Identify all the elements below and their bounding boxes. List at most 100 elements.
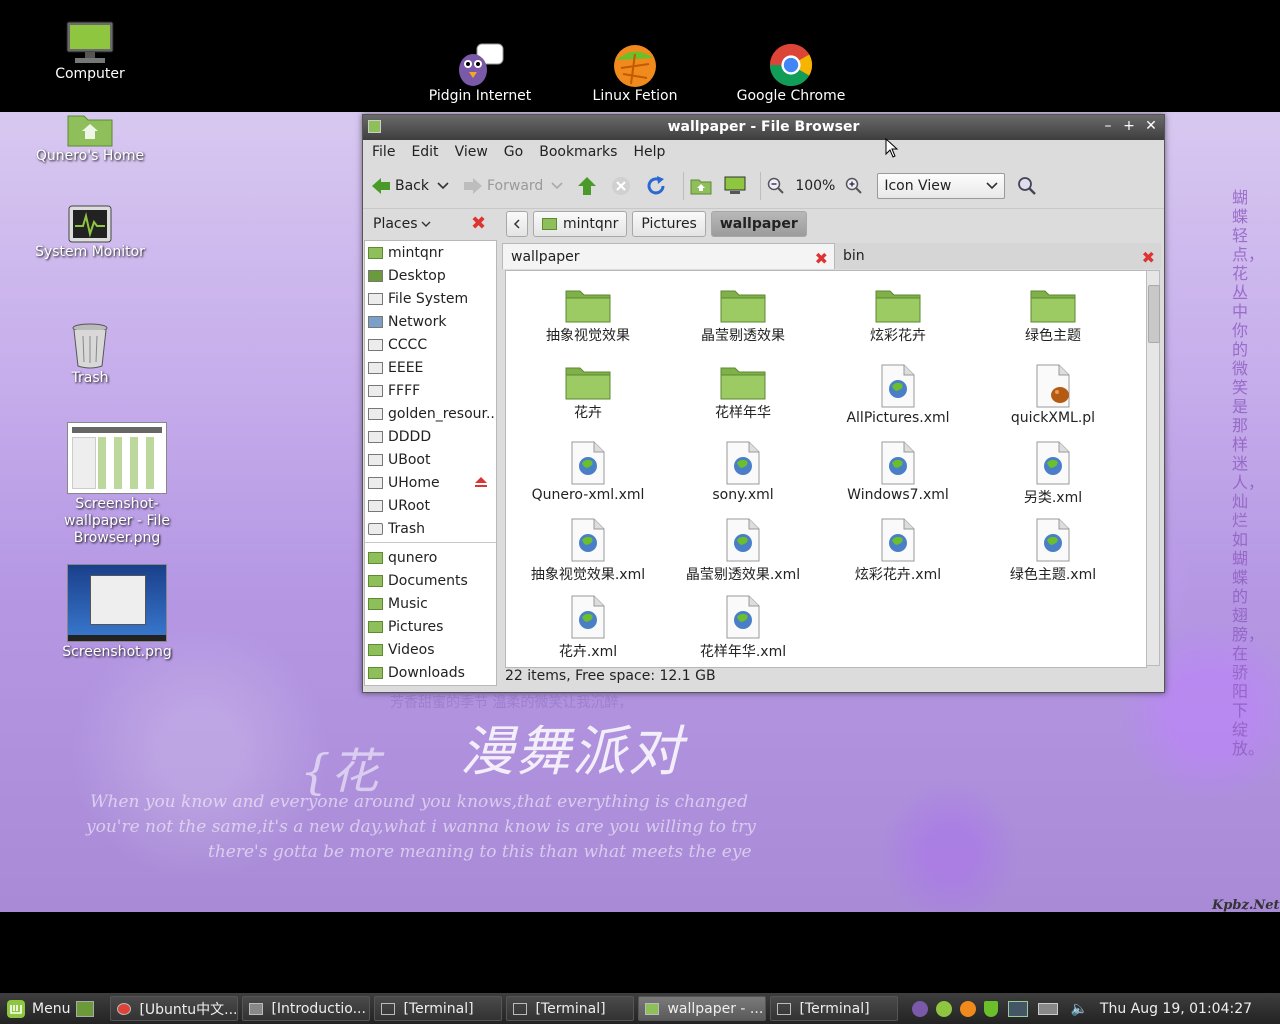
taskbar-item-terminal[interactable]: [Terminal] xyxy=(506,996,635,1021)
computer-button[interactable] xyxy=(724,176,746,196)
file-item[interactable]: AllPictures.xml xyxy=(823,364,973,426)
zoom-out-button[interactable] xyxy=(767,177,785,195)
desktop-icon-google-chrome[interactable]: Google Chrome xyxy=(726,42,856,105)
close-side-pane-icon[interactable]: ✖ xyxy=(471,213,486,234)
file-item[interactable]: 花卉.xml xyxy=(513,595,663,661)
back-history-dropdown[interactable] xyxy=(437,182,449,190)
close-tab-icon[interactable]: ✖ xyxy=(815,249,828,268)
close-button[interactable]: ✕ xyxy=(1143,118,1159,134)
zoom-out-icon xyxy=(768,177,785,194)
file-item[interactable]: 花样年华 xyxy=(668,364,818,422)
file-item[interactable]: 晶莹剔透效果 xyxy=(668,287,818,345)
place-item[interactable]: CCCC xyxy=(365,333,496,356)
eject-icon[interactable] xyxy=(474,476,488,488)
reload-button[interactable] xyxy=(645,175,667,197)
tab-bin[interactable]: bin ✖ xyxy=(835,243,1161,269)
fetion-tray-icon[interactable] xyxy=(960,1000,977,1017)
file-item[interactable]: 炫彩花卉.xml xyxy=(823,518,973,584)
menu-view[interactable]: View xyxy=(455,144,488,160)
desktop-icon-screenshot-file-browser[interactable]: Screenshot-wallpaper - File Browser.png xyxy=(52,422,182,547)
network-tray-icon[interactable] xyxy=(1008,1000,1029,1017)
bookmark-item[interactable]: qunero xyxy=(365,546,496,569)
path-crumb-current[interactable]: wallpaper xyxy=(710,211,807,237)
desktop-icon-screenshot[interactable]: Screenshot.png xyxy=(52,564,182,661)
view-mode-select[interactable]: Icon View xyxy=(877,173,1006,199)
taskbar-item-ubuntu[interactable]: [Ubuntu中文... xyxy=(110,996,239,1021)
desktop-icon-trash[interactable]: Trash xyxy=(25,322,155,387)
back-button[interactable]: Back xyxy=(371,177,429,195)
taskbar-item-file-browser[interactable]: wallpaper - ... xyxy=(638,996,767,1021)
place-item[interactable]: Desktop xyxy=(365,264,496,287)
file-item[interactable]: 抽象视觉效果.xml xyxy=(513,518,663,584)
path-crumb[interactable]: mintqnr xyxy=(533,211,628,237)
taskbar-item-introduction[interactable]: [Introductio... xyxy=(242,996,371,1021)
scrollbar[interactable] xyxy=(1146,270,1160,666)
search-button[interactable] xyxy=(1017,176,1037,196)
side-pane-selector[interactable]: Places xyxy=(373,216,431,232)
place-item[interactable]: DDDD xyxy=(365,425,496,448)
file-item[interactable]: 绿色主题 xyxy=(978,287,1128,345)
taskbar-item-terminal[interactable]: [Terminal] xyxy=(374,996,503,1021)
place-item[interactable]: UHome xyxy=(365,471,496,494)
desktop-icon-pidgin[interactable]: Pidgin Internet Messenger xyxy=(415,42,545,105)
home-button[interactable] xyxy=(690,177,712,195)
file-item[interactable]: 抽象视觉效果 xyxy=(513,287,663,345)
menu-go[interactable]: Go xyxy=(504,144,523,160)
file-item[interactable]: Qunero-xml.xml xyxy=(513,441,663,503)
place-item[interactable]: Trash xyxy=(365,517,496,540)
window-titlebar[interactable]: wallpaper - File Browser – + ✕ xyxy=(363,115,1164,140)
path-scroll-left-button[interactable] xyxy=(506,211,528,237)
scrollbar-thumb[interactable] xyxy=(1148,285,1160,343)
tab-wallpaper[interactable]: wallpaper ✖ xyxy=(502,243,835,269)
bookmark-item[interactable]: Downloads xyxy=(365,661,496,684)
file-item[interactable]: 花样年华.xml xyxy=(668,595,818,661)
bookmark-item[interactable]: Pictures xyxy=(365,615,496,638)
volume-icon[interactable]: 🔈 xyxy=(1070,1001,1087,1017)
maximize-button[interactable]: + xyxy=(1121,118,1137,134)
bookmark-item[interactable]: Documents xyxy=(365,569,496,592)
close-tab-icon[interactable]: ✖ xyxy=(1142,248,1155,267)
show-desktop-button[interactable] xyxy=(76,1000,95,1017)
file-item[interactable]: Windows7.xml xyxy=(823,441,973,503)
zoom-in-button[interactable] xyxy=(845,177,863,195)
desktop-icon-home[interactable]: Qunero's Home xyxy=(25,108,155,165)
place-item[interactable]: mintqnr xyxy=(365,241,496,264)
path-crumb[interactable]: Pictures xyxy=(632,211,706,237)
place-item[interactable]: UBoot xyxy=(365,448,496,471)
place-item[interactable]: golden_resour... xyxy=(365,402,496,425)
menu-edit[interactable]: Edit xyxy=(411,144,438,160)
up-button[interactable] xyxy=(577,176,597,196)
file-item[interactable]: sony.xml xyxy=(668,441,818,503)
clock[interactable]: Thu Aug 19, 01:04:27 xyxy=(1100,1001,1252,1017)
stop-button[interactable] xyxy=(611,176,631,196)
place-item[interactable]: File System xyxy=(365,287,496,310)
place-item[interactable]: URoot xyxy=(365,494,496,517)
file-item[interactable]: 花卉 xyxy=(513,364,663,422)
chat-tray-icon[interactable] xyxy=(936,1000,953,1017)
file-item[interactable]: 炫彩花卉 xyxy=(823,287,973,345)
bookmark-item[interactable]: Videos xyxy=(365,638,496,661)
zoom-level[interactable]: 100% xyxy=(795,178,835,194)
start-menu-button[interactable]: Menu xyxy=(6,999,70,1019)
menu-bookmarks[interactable]: Bookmarks xyxy=(539,144,617,160)
forward-button[interactable]: Forward xyxy=(463,177,543,195)
desktop-icon-system-monitor[interactable]: System Monitor xyxy=(25,204,155,261)
file-item[interactable]: 晶莹剔透效果.xml xyxy=(668,518,818,584)
file-item[interactable]: quickXML.pl xyxy=(978,364,1128,426)
desktop-icon-linux-fetion[interactable]: Linux Fetion xyxy=(570,42,700,105)
file-item[interactable]: 绿色主题.xml xyxy=(978,518,1128,584)
menu-help[interactable]: Help xyxy=(633,144,665,160)
shield-icon[interactable] xyxy=(984,1000,999,1017)
forward-history-dropdown[interactable] xyxy=(551,182,563,190)
place-item[interactable]: FFFF xyxy=(365,379,496,402)
file-item[interactable]: 另类.xml xyxy=(978,441,1128,507)
taskbar-item-terminal[interactable]: [Terminal] xyxy=(770,996,899,1021)
menu-file[interactable]: File xyxy=(372,144,395,160)
desktop-icon-computer[interactable]: Computer xyxy=(25,20,155,83)
pidgin-tray-icon[interactable] xyxy=(912,1000,929,1017)
drive-tray-icon[interactable] xyxy=(1038,1002,1059,1015)
place-item[interactable]: Network xyxy=(365,310,496,333)
minimize-button[interactable]: – xyxy=(1100,118,1116,134)
place-item[interactable]: EEEE xyxy=(365,356,496,379)
bookmark-item[interactable]: Music xyxy=(365,592,496,615)
